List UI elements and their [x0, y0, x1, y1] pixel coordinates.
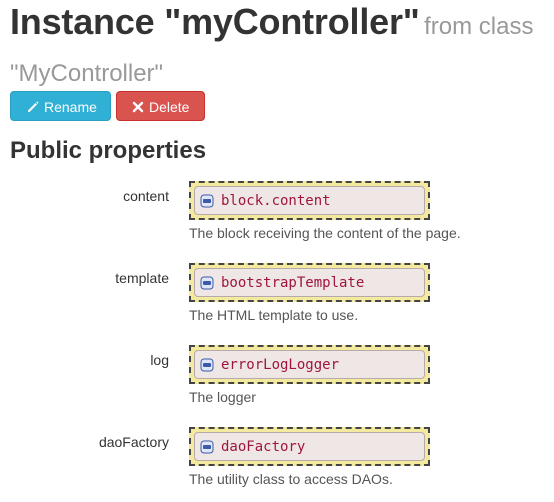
property-value: block.content [221, 193, 331, 209]
property-name: daoFactory [98, 434, 169, 450]
instance-icon [200, 440, 214, 454]
property-name: template [115, 270, 169, 286]
pencil-icon [28, 101, 39, 112]
instance-icon [200, 194, 214, 208]
rename-button-label: Rename [44, 99, 97, 115]
property-value-chip[interactable]: block.content [194, 186, 425, 215]
property-value: daoFactory [221, 439, 306, 455]
property-drop-zone[interactable]: bootstrapTemplate [189, 263, 430, 302]
property-description: The block receiving the content of the p… [189, 225, 461, 241]
delete-button[interactable]: Delete [116, 91, 205, 121]
instance-icon [200, 276, 214, 290]
rename-button[interactable]: Rename [10, 91, 111, 121]
property-value: errorLogLogger [221, 357, 340, 373]
property-description: The logger [189, 389, 256, 405]
property-value-chip[interactable]: daoFactory [194, 432, 425, 461]
property-description: The HTML template to use. [189, 307, 359, 323]
close-icon [132, 101, 144, 113]
property-drop-zone[interactable]: daoFactory [189, 427, 430, 466]
instance-page: Instance "myController" from class "MyCo… [0, 0, 554, 502]
property-name: content [123, 188, 169, 204]
property-value-chip[interactable]: bootstrapTemplate [194, 268, 425, 297]
property-value: bootstrapTemplate [221, 275, 365, 291]
property-description: The utility class to access DAOs. [189, 471, 393, 487]
instance-title: Instance "myController" [10, 1, 420, 42]
property-value-chip[interactable]: errorLogLogger [194, 350, 425, 379]
property-drop-zone[interactable]: block.content [189, 181, 430, 220]
property-name: log [150, 352, 169, 368]
delete-button-label: Delete [149, 99, 190, 115]
instance-icon [200, 358, 214, 372]
section-title: Public properties [10, 137, 207, 164]
property-drop-zone[interactable]: errorLogLogger [189, 345, 430, 384]
page-title: Instance "myController" from class "MyCo… [10, 0, 550, 99]
